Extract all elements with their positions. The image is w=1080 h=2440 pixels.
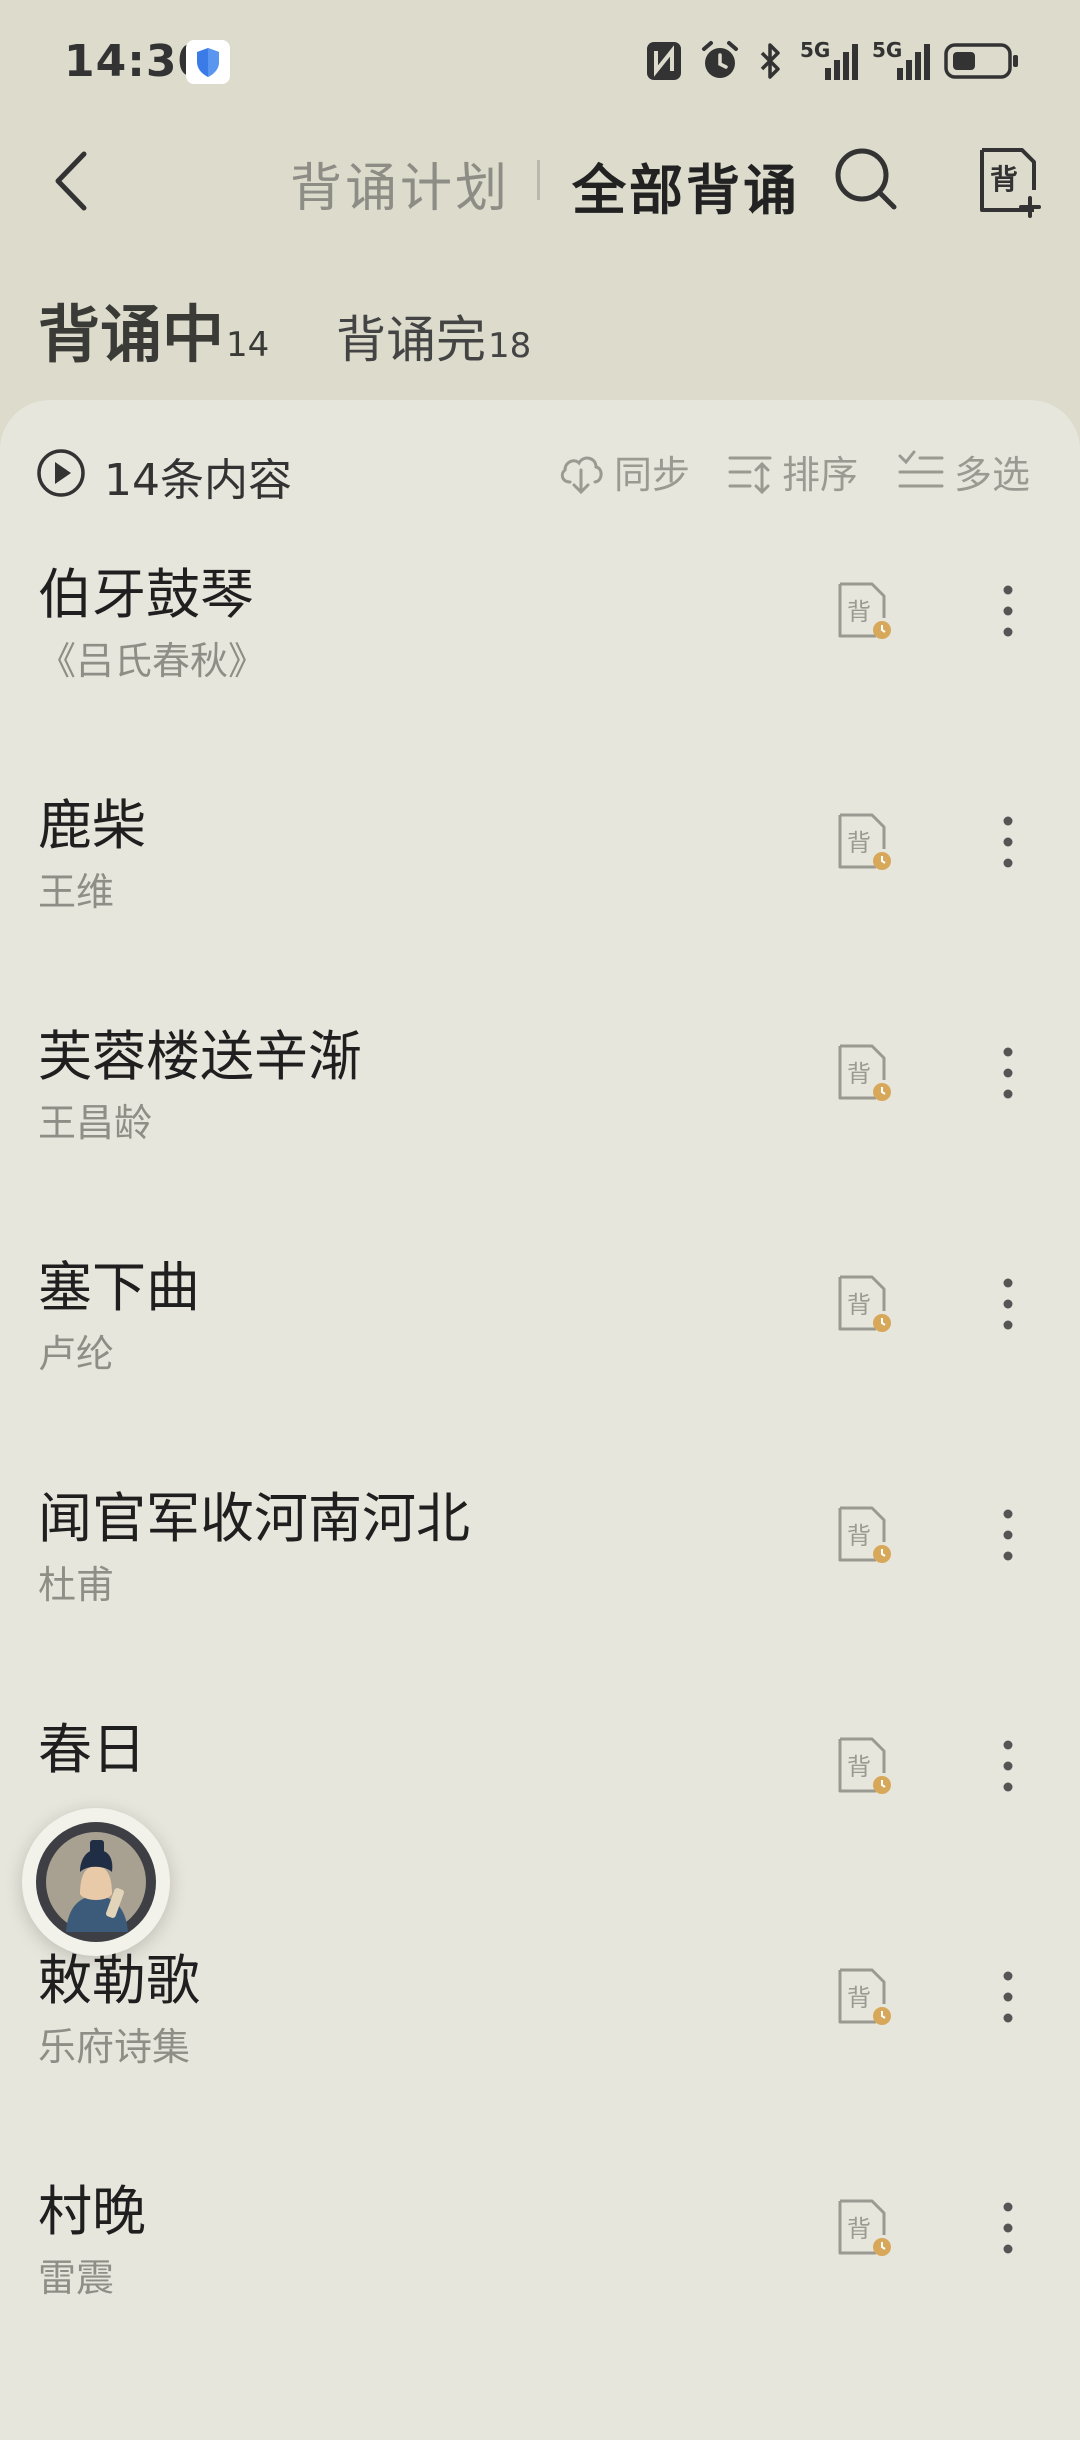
- recite-icon-text: 背: [847, 829, 871, 857]
- subtab-reciting[interactable]: 背诵中14: [38, 284, 269, 374]
- item-subtitle: 杜甫: [38, 1563, 115, 1607]
- sync-button[interactable]: 同步: [556, 444, 690, 499]
- more-options-icon[interactable]: [990, 580, 1026, 642]
- item-subtitle: 乐府诗集: [38, 2025, 191, 2069]
- item-title: 闻官军收河南河北: [38, 1487, 470, 1550]
- multi-select-button[interactable]: 多选: [896, 444, 1030, 499]
- item-title: 伯牙鼓琴: [38, 563, 254, 626]
- recite-icon[interactable]: 背: [836, 1966, 892, 2028]
- list-item[interactable]: 敕勒歌 乐府诗集背: [0, 1936, 1080, 2167]
- signal-5g-1-icon: 5G: [800, 38, 858, 84]
- play-all-icon[interactable]: [36, 448, 86, 498]
- floating-avatar-button[interactable]: [22, 1808, 170, 1956]
- content-count: 14条内容: [104, 455, 292, 506]
- cloud-sync-icon: [560, 456, 603, 494]
- recite-icon-text: 背: [847, 1522, 871, 1550]
- subtab-recited-label: 背诵完: [336, 311, 486, 369]
- add-recitation-button[interactable]: 背: [978, 146, 1046, 218]
- list-item[interactable]: 鹿柴王维 背: [0, 781, 1080, 1012]
- recite-icon[interactable]: 背: [836, 1042, 892, 1104]
- multi-select-icon: [898, 450, 944, 487]
- item-subtitle: 卢纶: [38, 1332, 115, 1376]
- recite-icon-text: 背: [847, 1291, 871, 1319]
- subtab-reciting-count: 14: [226, 325, 270, 365]
- sort-icon: [728, 456, 772, 494]
- recite-icon-text: 背: [847, 598, 871, 626]
- more-options-icon[interactable]: [990, 1966, 1026, 2028]
- item-title: 塞下曲: [38, 1256, 200, 1319]
- recite-icon[interactable]: 背: [836, 1504, 892, 1566]
- content-card: 14条内容 同步 排序 多选 伯牙鼓琴 《吕氏春秋》背鹿柴 王维背芙蓉楼送辛渐 王昌龄…: [0, 400, 1080, 2440]
- item-subtitle: 王维: [38, 870, 115, 914]
- more-options-icon[interactable]: [990, 1273, 1026, 1335]
- header-divider: [537, 160, 540, 200]
- tab-all-recitation[interactable]: 全部背诵: [572, 146, 800, 225]
- item-title: 春日: [38, 1718, 146, 1781]
- nfc-icon: [647, 42, 681, 80]
- recite-icon[interactable]: 背: [836, 580, 892, 642]
- avatar: [36, 1822, 156, 1942]
- list-item[interactable]: 芙蓉楼送辛渐王昌龄 背: [0, 1012, 1080, 1243]
- add-icon-text: 背: [990, 163, 1019, 196]
- item-subtitle: 王昌龄: [38, 1101, 153, 1145]
- recite-icon-text: 背: [847, 1984, 871, 2012]
- battery-icon: [944, 43, 1018, 79]
- tab-recitation-plan[interactable]: 背诵计划: [290, 146, 510, 221]
- bluetooth-icon: [760, 43, 780, 79]
- recite-icon-text: 背: [847, 1753, 871, 1781]
- list-item[interactable]: 伯牙鼓琴《吕氏春秋》 背: [0, 550, 1080, 781]
- recite-icon[interactable]: 背: [836, 2197, 892, 2259]
- status-bar: 14:30 5G 5G: [0, 0, 1080, 120]
- item-subtitle: 《吕氏春秋》: [38, 639, 267, 683]
- item-title: 鹿柴: [38, 794, 146, 857]
- list-toolbar: 14条内容 同步 排序 多选: [0, 440, 1080, 510]
- recite-icon[interactable]: 背: [836, 1273, 892, 1335]
- more-options-icon[interactable]: [990, 1504, 1026, 1566]
- sort-label: 排序: [782, 453, 859, 497]
- more-options-icon[interactable]: [990, 2197, 1026, 2259]
- alarm-icon: [702, 41, 738, 78]
- more-options-icon[interactable]: [990, 811, 1026, 873]
- signal-5g-2-icon: 5G: [872, 38, 930, 84]
- back-button[interactable]: [46, 146, 98, 216]
- subtab-recited-count: 18: [488, 326, 532, 366]
- security-shield-icon: [186, 40, 230, 84]
- search-icon[interactable]: [832, 145, 900, 215]
- recite-icon[interactable]: 背: [836, 811, 892, 873]
- item-subtitle: 雷震: [38, 2256, 115, 2300]
- recite-icon-text: 背: [847, 2215, 871, 2243]
- sync-label: 同步: [614, 453, 691, 497]
- list-item[interactable]: 塞下曲卢纶 背: [0, 1243, 1080, 1474]
- more-options-icon[interactable]: [990, 1042, 1026, 1104]
- subtab-reciting-label: 背诵中: [38, 298, 225, 371]
- recite-icon-text: 背: [847, 1060, 871, 1088]
- list-item[interactable]: 闻官军收河南河北杜甫 背: [0, 1474, 1080, 1705]
- item-title: 村晚: [38, 2180, 146, 2243]
- recite-icon[interactable]: 背: [836, 1735, 892, 1797]
- subtab-recited[interactable]: 背诵完18: [336, 300, 531, 372]
- more-options-icon[interactable]: [990, 1735, 1026, 1797]
- multi-select-label: 多选: [954, 453, 1031, 497]
- item-title: 芙蓉楼送辛渐: [38, 1025, 362, 1088]
- list-item[interactable]: 村晚雷震 背: [0, 2167, 1080, 2398]
- sort-button[interactable]: 排序: [726, 444, 858, 499]
